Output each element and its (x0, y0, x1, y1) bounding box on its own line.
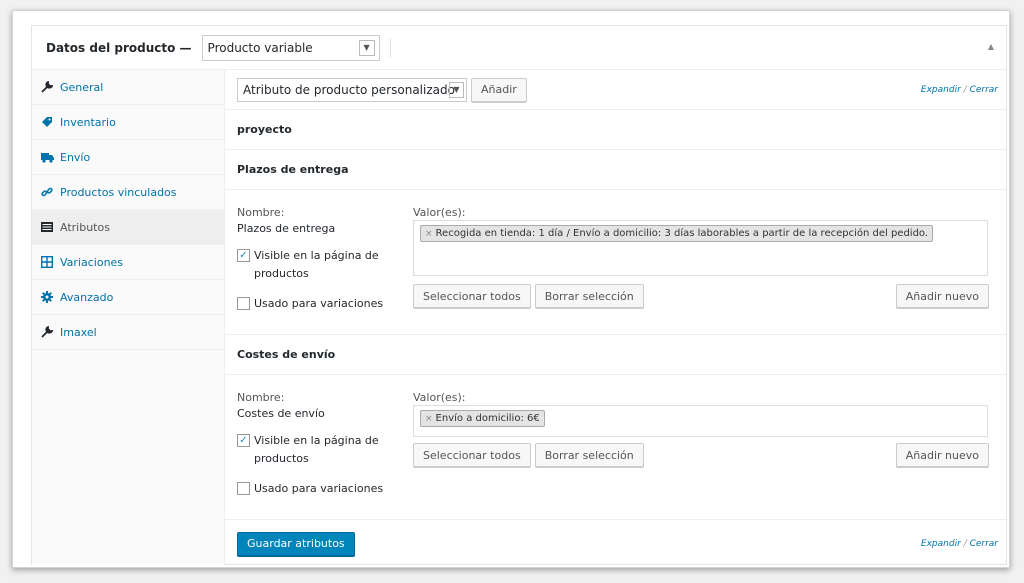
link-separator: / (963, 84, 967, 95)
wrench-icon (40, 326, 54, 338)
panel-header: Datos del producto — Producto variable ▼… (32, 26, 1006, 70)
save-attributes-button[interactable]: Guardar atributos (237, 531, 355, 556)
close-link[interactable]: Cerrar (970, 85, 998, 95)
header-separator (389, 38, 391, 57)
value-chip[interactable]: × Recogida en tienda: 1 día / Envío a do… (420, 225, 934, 242)
visible-checkbox[interactable]: ✓ (237, 249, 250, 262)
tab-label: Inventario (60, 115, 116, 129)
tab-label: Productos vinculados (60, 185, 177, 199)
link-icon (40, 186, 54, 198)
visible-checkbox-row[interactable]: ✓ Visible en la página de productos (237, 432, 387, 468)
variations-checkbox[interactable] (237, 482, 250, 495)
product-data-panel: Datos del producto — Producto variable ▼… (31, 25, 1007, 565)
grid-icon (40, 256, 54, 268)
clear-selection-button[interactable]: Borrar selección (534, 284, 644, 308)
visible-checkbox[interactable]: ✓ (237, 434, 250, 447)
link-separator: / (963, 538, 967, 549)
values-actions: Seleccionar todos Borrar selección (413, 284, 644, 308)
attributes-content: Atributo de producto personalizado ▼ Aña… (225, 70, 1006, 565)
sidebar: General Inventario Envío Productos vincu… (32, 70, 225, 565)
values-actions: Seleccionar todos Borrar selección (413, 443, 644, 467)
screenshot-frame: Datos del producto — Producto variable ▼… (12, 10, 1010, 568)
truck-icon (40, 152, 54, 163)
tag-icon (40, 116, 54, 128)
tab-label: Imaxel (60, 325, 97, 339)
expand-close-links: Expandir / Cerrar (921, 539, 998, 549)
values-label: Valor(es): (413, 391, 466, 404)
attribute-body-costes: Nombre: Costes de envío ✓ Visible en la … (225, 375, 1006, 520)
tab-variaciones[interactable]: Variaciones (32, 245, 224, 280)
attribute-title-plazos[interactable]: Plazos de entrega (225, 150, 1006, 190)
add-new-value-button[interactable]: Añadir nuevo (895, 284, 989, 308)
collapse-arrow-icon[interactable]: ▲ (988, 42, 994, 51)
variations-label: Usado para variaciones (254, 297, 384, 310)
chevron-down-icon: ▼ (358, 39, 375, 56)
remove-chip-icon[interactable]: × (425, 229, 433, 239)
chevron-down-icon: ▼ (449, 81, 464, 98)
tab-label: Envío (60, 150, 91, 164)
tab-atributos[interactable]: Atributos (32, 210, 224, 245)
name-label: Nombre: (237, 206, 285, 219)
attribute-title-proyecto[interactable]: proyecto (225, 110, 1006, 150)
value-chip-text: Envío a domicilio: 6€ (435, 413, 540, 424)
values-input[interactable]: × Envío a domicilio: 6€ (413, 405, 988, 437)
product-type-value: Producto variable (207, 40, 313, 55)
name-label: Nombre: (237, 391, 285, 404)
tab-imaxel[interactable]: Imaxel (32, 315, 224, 350)
add-attribute-button[interactable]: Añadir (471, 77, 527, 102)
attributes-toolbar: Atributo de producto personalizado ▼ Aña… (225, 70, 1006, 110)
tab-label: Avanzado (60, 290, 114, 304)
tab-productos-vinculados[interactable]: Productos vinculados (32, 175, 224, 210)
values-label: Valor(es): (413, 206, 466, 219)
product-type-select[interactable]: Producto variable ▼ (201, 34, 380, 61)
attribute-body-plazos: Nombre: Plazos de entrega ✓ Visible en l… (225, 190, 1006, 335)
tab-label: Atributos (60, 220, 110, 234)
select-all-button[interactable]: Seleccionar todos (413, 443, 531, 467)
tab-general[interactable]: General (32, 70, 224, 105)
expand-close-links: Expandir / Cerrar (921, 85, 998, 95)
list-icon (40, 222, 54, 232)
attributes-footer: Guardar atributos Expandir / Cerrar (225, 522, 1006, 565)
attribute-type-select[interactable]: Atributo de producto personalizado ▼ (237, 77, 467, 102)
clear-selection-button[interactable]: Borrar selección (534, 443, 644, 467)
tab-label: Variaciones (60, 255, 124, 269)
attribute-type-value: Atributo de producto personalizado (243, 82, 455, 97)
visible-label: Visible en la página de productos (254, 434, 379, 465)
value-chip[interactable]: × Envío a domicilio: 6€ (420, 410, 545, 427)
tab-inventario[interactable]: Inventario (32, 105, 224, 140)
tab-avanzado[interactable]: Avanzado (32, 280, 224, 315)
panel-title: Datos del producto — (46, 40, 192, 55)
wrench-icon (40, 81, 54, 93)
tab-envio[interactable]: Envío (32, 140, 224, 175)
variations-checkbox-row[interactable]: Usado para variaciones (237, 295, 383, 313)
attribute-title-costes[interactable]: Costes de envío (225, 335, 1006, 375)
select-all-button[interactable]: Seleccionar todos (413, 284, 531, 308)
gear-icon (40, 291, 54, 303)
add-new-value-button[interactable]: Añadir nuevo (895, 443, 989, 467)
variations-checkbox[interactable] (237, 297, 250, 310)
variations-label: Usado para variaciones (254, 482, 384, 495)
variations-checkbox-row[interactable]: Usado para variaciones (237, 480, 383, 498)
visible-label: Visible en la página de productos (254, 249, 379, 280)
expand-link[interactable]: Expandir (921, 85, 961, 95)
close-link[interactable]: Cerrar (970, 539, 998, 549)
visible-checkbox-row[interactable]: ✓ Visible en la página de productos (237, 247, 387, 283)
attribute-name-value: Costes de envío (237, 407, 325, 420)
expand-link[interactable]: Expandir (921, 539, 961, 549)
tab-label: General (60, 80, 104, 94)
values-input[interactable]: × Recogida en tienda: 1 día / Envío a do… (413, 220, 988, 276)
remove-chip-icon[interactable]: × (425, 414, 433, 424)
value-chip-text: Recogida en tienda: 1 día / Envío a domi… (435, 228, 929, 239)
attribute-name-value: Plazos de entrega (237, 222, 336, 235)
